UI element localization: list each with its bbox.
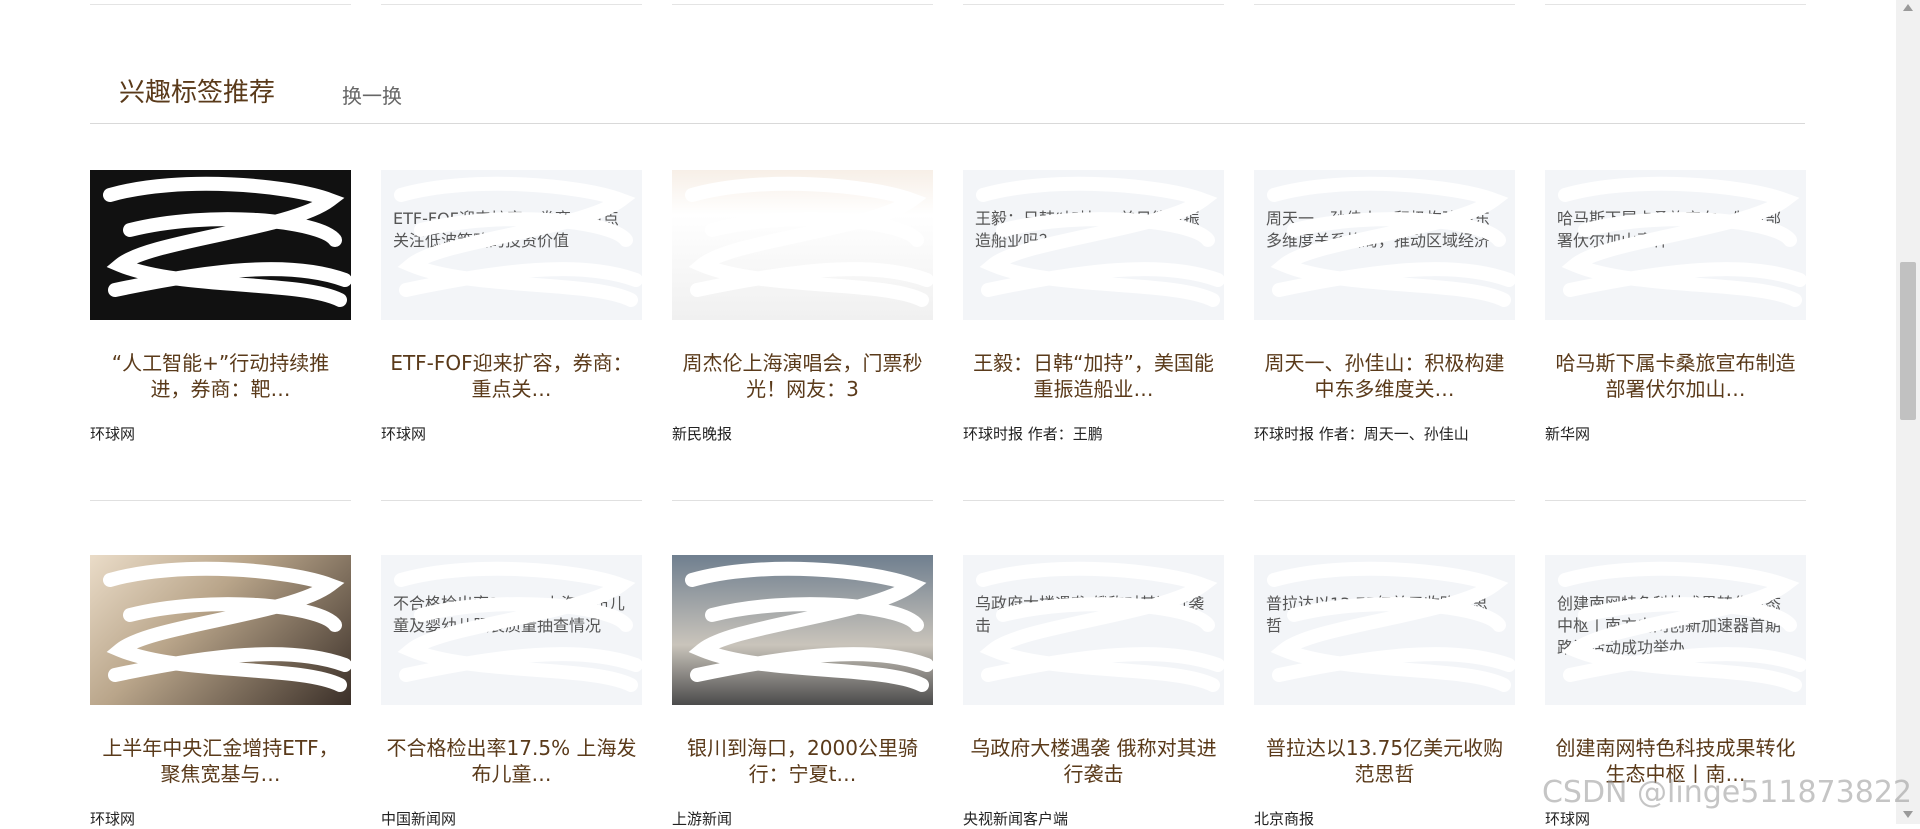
news-thumbnail[interactable]: 哈马斯下属卡桑旅宣布：制造部署伏尔加山事件 <box>1545 170 1806 320</box>
scribble-overlay <box>685 176 933 307</box>
news-card[interactable]: 王毅：日韩“加持”，美日能重振造船业吗？ 王毅：日韩“加持”，美国能重振造船业… 环… <box>963 170 1224 444</box>
news-card[interactable]: “人工智能+”行动持续推进，券商：靶… 环球网 <box>90 170 351 444</box>
row-divider <box>1254 500 1515 501</box>
previous-row-divider <box>381 0 642 5</box>
scribble-overlay <box>1267 561 1515 692</box>
news-source: 环球时报 作者：周天一、孙佳山 <box>1254 425 1469 443</box>
row-divider <box>1545 500 1806 501</box>
news-source: 环球网 <box>90 425 136 443</box>
news-thumbnail[interactable]: 普拉达以13.75亿美元收购范思哲 <box>1254 555 1515 705</box>
news-source: 上游新闻 <box>672 810 733 828</box>
news-title[interactable]: 王毅：日韩“加持”，美国能重振造船业… <box>963 350 1224 402</box>
section-title: 兴趣标签推荐 <box>119 78 276 108</box>
news-card[interactable]: 上半年中央汇金增持ETF，聚焦宽基与… 环球网 <box>90 555 351 829</box>
refresh-button[interactable]: 换一换 <box>342 80 402 109</box>
scroll-up-icon[interactable] <box>1903 4 1913 11</box>
news-thumbnail[interactable]: 乌政府大楼遇袭 俄称对其进行袭击 <box>963 555 1224 705</box>
scribble-overlay <box>394 176 642 307</box>
news-card[interactable]: ETF-FOF迎来扩容，券商：重点关注低波策略的投资价值 ETF-FOF迎来扩容，… <box>381 170 642 444</box>
news-card[interactable]: 哈马斯下属卡桑旅宣布：制造部署伏尔加山事件哈马斯下属卡桑旅宣布制造部署伏尔加山…… <box>1545 170 1806 444</box>
scribble-overlay <box>976 176 1224 307</box>
news-card[interactable]: 周杰伦上海演唱会，门票秒光！网友：3 新民晚报 <box>672 170 933 444</box>
news-source: 央视新闻客户端 <box>963 810 1069 828</box>
news-title[interactable]: 银川到海口，2000公里骑行：宁夏t… <box>672 735 933 787</box>
previous-row-divider <box>1254 0 1515 5</box>
news-source: 中国新闻网 <box>381 810 457 828</box>
news-source: 北京商报 <box>1254 810 1315 828</box>
news-source: 新民晚报 <box>672 425 733 443</box>
scribble-overlay <box>394 561 642 692</box>
scribble-overlay <box>1267 176 1515 307</box>
news-card[interactable]: 不合格检出率17.5% 上海发布儿童及婴幼儿服装质量抽查情况不合格检出率17.5… <box>381 555 642 829</box>
news-thumbnail[interactable] <box>90 555 351 705</box>
scribble-overlay <box>1558 176 1806 307</box>
news-thumbnail[interactable]: 周天一、孙佳山：积极构建中东多维度关系格局，推动区域经济 <box>1254 170 1515 320</box>
news-source: 环球时报 作者：王鹏 <box>963 425 1103 443</box>
row-divider <box>672 500 933 501</box>
news-card[interactable]: 普拉达以13.75亿美元收购范思哲 普拉达以13.75亿美元收购范思哲 北京商报 <box>1254 555 1515 829</box>
news-title[interactable]: 普拉达以13.75亿美元收购范思哲 <box>1254 735 1515 787</box>
previous-row-divider <box>672 0 933 5</box>
news-title[interactable]: ETF-FOF迎来扩容，券商：重点关… <box>381 350 642 402</box>
scribble-overlay <box>685 561 933 692</box>
news-source: 新华网 <box>1545 425 1591 443</box>
news-thumbnail[interactable]: 创建南网特色科技成果转化生态中枢丨南方电网创新加速器首期路演活动成功举办 <box>1545 555 1806 705</box>
news-title[interactable]: 哈马斯下属卡桑旅宣布制造部署伏尔加山… <box>1545 350 1806 402</box>
row-divider <box>963 500 1224 501</box>
news-thumbnail[interactable]: 王毅：日韩“加持”，美日能重振造船业吗？ <box>963 170 1224 320</box>
previous-row-divider <box>90 0 351 5</box>
scribble-overlay <box>103 561 351 692</box>
news-card[interactable]: 乌政府大楼遇袭 俄称对其进行袭击 乌政府大楼遇袭 俄称对其进行袭击 央视新闻客户端 <box>963 555 1224 829</box>
news-thumbnail[interactable] <box>90 170 351 320</box>
news-card[interactable]: 周天一、孙佳山：积极构建中东多维度关系格局，推动区域经济周天一、孙佳山：积极构建… <box>1254 170 1515 444</box>
previous-row-divider <box>1545 0 1806 5</box>
scribble-overlay <box>976 561 1224 692</box>
news-source: 环球网 <box>381 425 427 443</box>
scribble-overlay <box>1558 561 1806 692</box>
news-title[interactable]: 周天一、孙佳山：积极构建中东多维度关… <box>1254 350 1515 402</box>
news-thumbnail[interactable]: 不合格检出率17.5% 上海发布儿童及婴幼儿服装质量抽查情况 <box>381 555 642 705</box>
news-source: 环球网 <box>1545 810 1591 828</box>
section-divider <box>90 123 1805 124</box>
news-thumbnail[interactable]: ETF-FOF迎来扩容，券商：重点关注低波策略的投资价值 <box>381 170 642 320</box>
news-card[interactable]: 银川到海口，2000公里骑行：宁夏t… 上游新闻 <box>672 555 933 829</box>
scribble-overlay <box>103 176 351 307</box>
news-title[interactable]: 周杰伦上海演唱会，门票秒光！网友：3 <box>672 350 933 402</box>
row-divider <box>90 500 351 501</box>
scrollbar[interactable] <box>1896 0 1920 824</box>
news-thumbnail[interactable] <box>672 170 933 320</box>
watermark: CSDN @linge511873822 <box>1541 775 1912 810</box>
row-divider <box>381 500 642 501</box>
scrollbar-thumb[interactable] <box>1900 262 1916 420</box>
news-title[interactable]: 上半年中央汇金增持ETF，聚焦宽基与… <box>90 735 351 787</box>
news-thumbnail[interactable] <box>672 555 933 705</box>
news-source: 环球网 <box>90 810 136 828</box>
news-title[interactable]: 不合格检出率17.5% 上海发布儿童… <box>381 735 642 787</box>
previous-row-divider <box>963 0 1224 5</box>
news-title[interactable]: “人工智能+”行动持续推进，券商：靶… <box>90 350 351 402</box>
news-title[interactable]: 乌政府大楼遇袭 俄称对其进行袭击 <box>963 735 1224 787</box>
scroll-down-icon[interactable] <box>1903 811 1913 818</box>
